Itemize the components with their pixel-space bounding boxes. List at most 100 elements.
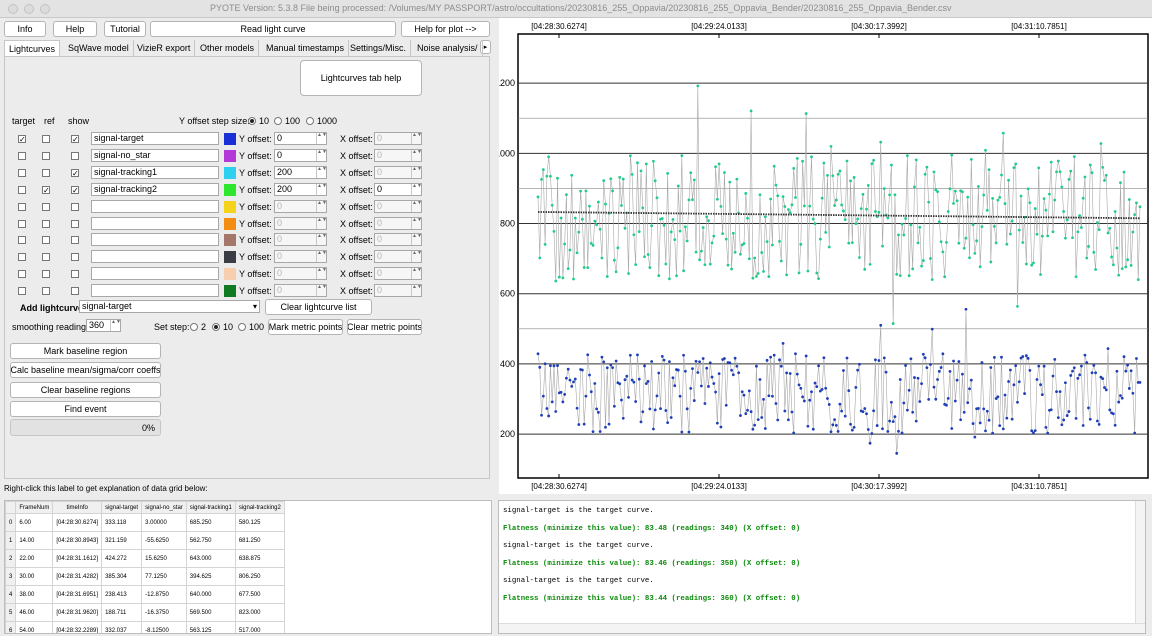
spin-arrows-icon[interactable]: ▲▼: [316, 200, 327, 212]
grid-cell[interactable]: 333.118: [101, 513, 143, 532]
data-grid-caption[interactable]: Right-click this label to get explanatio…: [4, 484, 208, 493]
grid-cell[interactable]: 332.037: [101, 621, 143, 633]
grid-cell[interactable]: -16.3750: [141, 603, 187, 622]
data-grid[interactable]: FrameNum timeInfo signal-target signal-no_s…: [4, 500, 492, 634]
target-checkbox[interactable]: ✓: [18, 135, 26, 144]
table-row[interactable]: 2 22.00 [04:28:31.1612] 424.272 15.6250 643.0…: [5, 549, 285, 568]
spin-arrows-icon[interactable]: ▲▼: [411, 200, 422, 212]
ref-checkbox[interactable]: [42, 135, 50, 143]
lightcurve-plot[interactable]: 200 400 600 800 1000 1200 [04:28:30.6274] [04:2…: [495, 18, 1152, 494]
spin-arrows-icon[interactable]: ▲▼: [110, 320, 121, 331]
grid-cell[interactable]: 569.500: [185, 603, 236, 622]
grid-cell[interactable]: 385.304: [101, 567, 143, 586]
grid-cell[interactable]: 188.711: [101, 603, 143, 622]
grid-cell[interactable]: 580.125: [234, 513, 285, 532]
target-checkbox[interactable]: [18, 185, 26, 194]
show-checkbox[interactable]: ✓: [71, 135, 79, 144]
x-offset-spinbox[interactable]: 0 ▲▼: [374, 148, 422, 162]
grid-cell[interactable]: 823.000: [234, 603, 285, 622]
spin-arrows-icon[interactable]: ▲▼: [411, 285, 422, 297]
grid-header[interactable]: timeInfo: [52, 501, 103, 514]
tab-other-models[interactable]: Other models: [196, 40, 260, 56]
grid-cell[interactable]: 4: [5, 585, 17, 604]
color-swatch[interactable]: [224, 166, 236, 179]
y-step-radio-1000[interactable]: [306, 117, 314, 125]
target-checkbox[interactable]: [18, 270, 26, 279]
spin-arrows-icon[interactable]: ▲▼: [316, 183, 327, 195]
color-swatch[interactable]: [224, 200, 236, 213]
smoothing-spinbox[interactable]: 360 ▲▼: [86, 319, 121, 332]
grid-cell[interactable]: [04:28:31.9620]: [52, 603, 103, 622]
grid-header[interactable]: signal-tracking2: [234, 501, 285, 514]
table-row[interactable]: 5 46.00 [04:28:31.9620] 188.711 -16.3750 569.…: [5, 603, 285, 622]
x-offset-spinbox[interactable]: 0 ▲▼: [374, 199, 422, 213]
grid-cell[interactable]: 14.00: [15, 531, 54, 550]
target-checkbox[interactable]: [18, 202, 26, 211]
lightcurve-name-field[interactable]: signal-no_star: [91, 148, 219, 162]
x-offset-spinbox[interactable]: 0 ▲▼: [374, 182, 422, 196]
show-checkbox[interactable]: [71, 253, 79, 262]
grid-cell[interactable]: 77.1250: [141, 567, 187, 586]
color-swatch[interactable]: [224, 268, 236, 281]
set-step-radio-10[interactable]: [212, 323, 220, 331]
target-checkbox[interactable]: [18, 236, 26, 245]
show-checkbox[interactable]: [71, 236, 79, 245]
grid-cell[interactable]: 38.00: [15, 585, 54, 604]
grid-cell[interactable]: 638.875: [234, 549, 285, 568]
y-offset-spinbox[interactable]: 0 ▲▼: [274, 148, 327, 162]
show-checkbox[interactable]: [71, 202, 79, 211]
spin-arrows-icon[interactable]: ▲▼: [411, 166, 422, 178]
grid-cell[interactable]: 15.6250: [141, 549, 187, 568]
grid-cell[interactable]: 46.00: [15, 603, 54, 622]
grid-cell[interactable]: 321.159: [101, 531, 143, 550]
spin-arrows-icon[interactable]: ▲▼: [316, 268, 327, 280]
grid-cell[interactable]: [04:28:31.4282]: [52, 567, 103, 586]
close-window-icon[interactable]: [8, 4, 18, 14]
zoom-window-icon[interactable]: [40, 4, 50, 14]
y-offset-spinbox[interactable]: 0 ▲▼: [274, 199, 327, 213]
spin-arrows-icon[interactable]: ▲▼: [316, 166, 327, 178]
find-event-button[interactable]: Find event: [10, 401, 161, 417]
grid-cell[interactable]: 806.250: [234, 567, 285, 586]
y-offset-spinbox[interactable]: 0 ▲▼: [274, 250, 327, 264]
grid-cell[interactable]: 685.250: [185, 513, 236, 532]
spin-arrows-icon[interactable]: ▲▼: [411, 133, 422, 144]
grid-cell[interactable]: 6.00: [15, 513, 54, 532]
lightcurve-name-field[interactable]: [91, 267, 219, 281]
x-offset-spinbox[interactable]: 0 ▲▼: [374, 216, 422, 230]
grid-header[interactable]: FrameNum: [15, 501, 54, 514]
lightcurve-name-field[interactable]: [91, 216, 219, 230]
ref-checkbox[interactable]: [42, 270, 50, 279]
table-row[interactable]: 6 54.00 [04:28:32.2289] 332.037 -8.12500 563.…: [5, 621, 285, 633]
plot-area[interactable]: [517, 33, 1149, 479]
x-offset-spinbox[interactable]: 0 ▲▼: [374, 165, 422, 179]
grid-cell[interactable]: 22.00: [15, 549, 54, 568]
grid-cell[interactable]: 394.625: [185, 567, 236, 586]
lightcurve-name-field[interactable]: signal-tracking1: [91, 165, 219, 179]
grid-cell[interactable]: 562.750: [185, 531, 236, 550]
grid-cell[interactable]: -55.6250: [141, 531, 187, 550]
grid-cell[interactable]: -12.8750: [141, 585, 187, 604]
ref-checkbox[interactable]: [42, 236, 50, 245]
table-row[interactable]: 4 38.00 [04:28:31.6951] 238.413 -12.8750 640.…: [5, 585, 285, 604]
grid-cell[interactable]: 563.125: [185, 621, 236, 633]
spin-arrows-icon[interactable]: ▲▼: [411, 268, 422, 280]
lightcurve-name-field[interactable]: [91, 199, 219, 213]
grid-cell[interactable]: 640.000: [185, 585, 236, 604]
show-checkbox[interactable]: [71, 270, 79, 279]
ref-checkbox[interactable]: [42, 202, 50, 211]
grid-cell[interactable]: 677.500: [234, 585, 285, 604]
grid-cell[interactable]: 6: [5, 621, 17, 633]
grid-cell[interactable]: [04:28:31.6951]: [52, 585, 103, 604]
show-checkbox[interactable]: [71, 219, 79, 228]
spin-arrows-icon[interactable]: ▲▼: [316, 133, 327, 144]
y-offset-spinbox[interactable]: 0 ▲▼: [274, 284, 327, 298]
grid-header[interactable]: signal-tracking1: [185, 501, 236, 514]
color-swatch[interactable]: [224, 133, 236, 145]
table-row[interactable]: 3 30.00 [04:28:31.4282] 385.304 77.1250 394.6…: [5, 567, 285, 586]
y-offset-spinbox[interactable]: 200 ▲▼: [274, 165, 327, 179]
mark-metric-points-button[interactable]: Mark metric points: [268, 319, 343, 335]
grid-cell[interactable]: 1: [5, 531, 17, 550]
show-checkbox[interactable]: [71, 151, 79, 160]
grid-header[interactable]: signal-target: [101, 501, 143, 514]
